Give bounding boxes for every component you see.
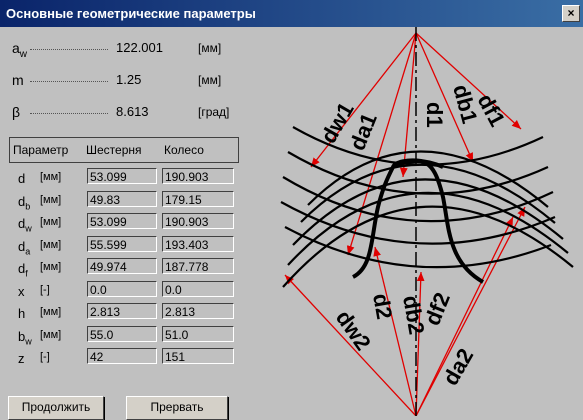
dotted-leader (30, 49, 108, 50)
dotted-leader (30, 81, 108, 82)
row-label: dw (18, 216, 32, 234)
window-title: Основные геометрические параметры (6, 6, 256, 21)
wheel-circles (280, 126, 556, 269)
header-wheel: Колесо (164, 143, 204, 157)
row-label: d (18, 171, 26, 186)
param-unit: [мм] (198, 73, 222, 87)
wheel-value-field[interactable]: 2.813 (162, 303, 234, 319)
row-unit: [мм] (40, 171, 62, 183)
row-label: da (18, 238, 31, 257)
wheel-value-field[interactable]: 190.903 (162, 213, 234, 229)
row-unit: [-] (40, 283, 50, 296)
label-da2: da2 (438, 344, 479, 389)
label-d2: d2 (368, 292, 397, 322)
gear-value-field[interactable]: 49.974 (87, 258, 157, 274)
row-unit: [мм] (40, 306, 62, 318)
param-value: 122.001 (116, 40, 163, 55)
header-parameter: Параметр (13, 143, 69, 157)
row-unit: [мм] (40, 238, 62, 251)
wheel-value-field[interactable]: 193.403 (162, 235, 234, 252)
table-row: bw [мм] 55.0 51.0 (0, 325, 243, 347)
dotted-leader (30, 113, 108, 114)
table-row: da [мм] 55.599 193.403 (0, 235, 243, 257)
table-header: Параметр Шестерня Колесо (9, 137, 239, 163)
param-unit: [мм] (198, 41, 222, 55)
wheel-value-field[interactable]: 0.0 (162, 280, 234, 297)
gear-diagram-svg: dw1 da1 d1 db1 df1 d2 db2 dw2 df2 da2 (280, 27, 574, 417)
gear-value-field[interactable]: 0.0 (87, 280, 157, 297)
param-label: m (12, 72, 24, 88)
param-row: β 8.613 [град] (0, 99, 243, 125)
row-unit: [мм] (40, 328, 62, 341)
param-row: m 1.25 [мм] (0, 67, 243, 93)
abort-button[interactable]: Прервать (126, 396, 228, 420)
table-row: dw [мм] 53.099 190.903 (0, 213, 243, 234)
table-row: df [мм] 49.974 187.778 (0, 258, 243, 279)
gear-value-field[interactable]: 55.0 (87, 325, 157, 342)
row-label: bw (18, 328, 32, 347)
dialog-window: Основные геометрические параметры × aw 12… (0, 0, 583, 420)
gear-value-field[interactable]: 53.099 (87, 168, 157, 184)
row-label: df (18, 261, 28, 279)
gear-value-field[interactable]: 55.599 (87, 235, 157, 252)
table-row: x [-] 0.0 0.0 (0, 280, 243, 301)
table-row: d [мм] 53.099 190.903 (0, 168, 243, 188)
param-row: aw 122.001 [мм] (0, 35, 243, 61)
table-row: db [мм] 49.83 179.15 (0, 190, 243, 212)
param-value: 8.613 (116, 104, 149, 119)
wheel-value-field[interactable]: 151 (162, 348, 234, 364)
param-label: β (12, 104, 21, 120)
label-d1: d1 (422, 102, 447, 128)
row-label: h (18, 306, 26, 321)
gear-value-field[interactable]: 42 (87, 348, 157, 364)
gear-value-field[interactable]: 2.813 (87, 303, 157, 319)
wheel-value-field[interactable]: 51.0 (162, 325, 234, 342)
gear-value-field[interactable]: 53.099 (87, 213, 157, 229)
row-label: x (18, 283, 25, 299)
label-dw2: dw2 (331, 306, 376, 355)
gear-value-field[interactable]: 49.83 (87, 190, 157, 207)
param-label: aw (12, 40, 28, 60)
row-unit: [-] (40, 351, 50, 363)
row-unit: [мм] (40, 261, 62, 273)
parameters-panel: aw 122.001 [мм] m 1.25 [мм] β 8.613 [град] Парам… (0, 27, 243, 420)
wheel-value-field[interactable]: 187.778 (162, 258, 234, 274)
continue-button[interactable]: Продолжить (8, 396, 104, 420)
close-button[interactable]: × (562, 5, 580, 22)
wheel-value-field[interactable]: 179.15 (162, 190, 234, 207)
table-row: h [мм] 2.813 2.813 (0, 303, 243, 323)
wheel-value-field[interactable]: 190.903 (162, 168, 234, 184)
header-gear: Шестерня (86, 143, 142, 157)
dimension-lines (284, 32, 526, 417)
title-bar[interactable]: Основные геометрические параметры × (0, 0, 583, 27)
row-unit: [мм] (40, 193, 62, 206)
gear-geometry-diagram: dw1 da1 d1 db1 df1 d2 db2 dw2 df2 da2 (243, 27, 583, 417)
row-unit: [мм] (40, 216, 62, 228)
row-label: z (18, 351, 25, 366)
label-df1: df1 (473, 90, 511, 131)
param-unit: [град] (198, 105, 230, 119)
table-row: z [-] 42 151 (0, 348, 243, 368)
row-label: db (18, 193, 31, 212)
param-value: 1.25 (116, 72, 142, 87)
